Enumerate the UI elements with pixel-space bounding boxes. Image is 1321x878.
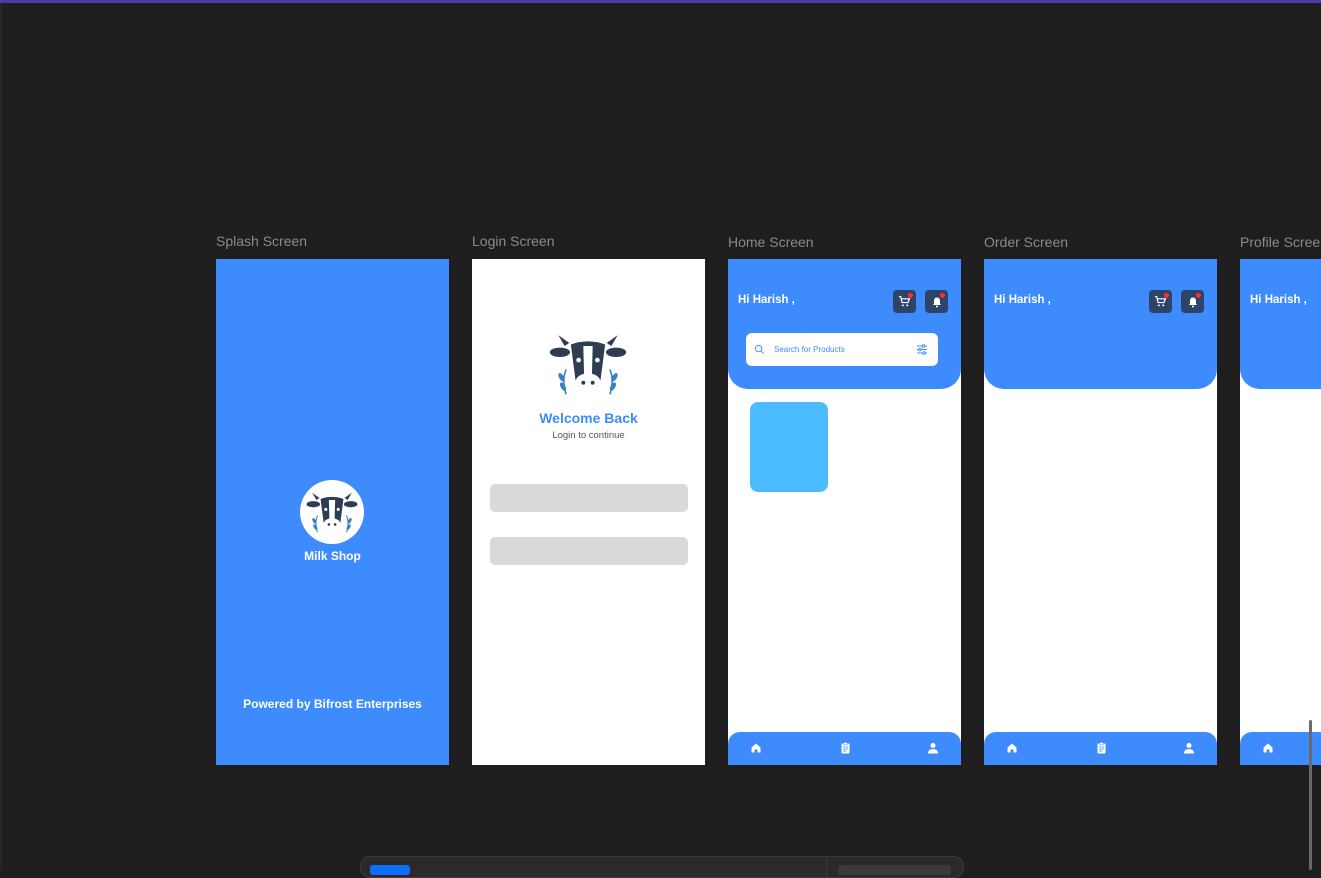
- filter-icon[interactable]: [916, 344, 928, 355]
- profile-icon: [928, 743, 938, 754]
- cow-logo-icon: [549, 334, 627, 395]
- password-field[interactable]: [490, 537, 688, 565]
- nav-orders-icon[interactable]: [1093, 740, 1109, 756]
- toolbar-secondary-segment[interactable]: [838, 865, 951, 875]
- login-title: Welcome Back: [539, 410, 638, 426]
- app-name: Milk Shop: [304, 549, 361, 563]
- search-bar[interactable]: Search for Products: [746, 333, 938, 366]
- bottom-toolbar: [360, 856, 964, 878]
- canvas-scrollbar[interactable]: [1309, 720, 1312, 870]
- nav-profile-icon[interactable]: [925, 740, 941, 756]
- home-icon: [1263, 743, 1273, 753]
- frame-label-profile[interactable]: Profile Scree: [1240, 234, 1320, 250]
- toolbar-primary-segment[interactable]: [370, 865, 410, 875]
- profile-header: Hi Harish ,: [1240, 259, 1321, 389]
- toolbar-divider: [826, 857, 827, 877]
- notification-button[interactable]: [925, 290, 948, 313]
- nav-home-icon[interactable]: [748, 740, 764, 756]
- home-icon: [751, 743, 761, 753]
- nav-home-icon[interactable]: [1004, 740, 1020, 756]
- nav-orders-icon[interactable]: [837, 740, 853, 756]
- home-icon: [1007, 743, 1017, 753]
- nav-profile-icon[interactable]: [1181, 740, 1197, 756]
- canvas-left-edge: [0, 3, 2, 870]
- frame-label-order[interactable]: Order Screen: [984, 234, 1068, 250]
- home-screen-frame[interactable]: Hi Harish , Search for Products: [728, 259, 961, 765]
- order-header: Hi Harish ,: [984, 259, 1217, 389]
- login-logo: [543, 321, 633, 406]
- splash-logo: [300, 480, 364, 544]
- greeting-text: Hi Harish ,: [738, 294, 795, 306]
- search-input[interactable]: Search for Products: [774, 345, 916, 354]
- frame-label-home[interactable]: Home Screen: [728, 234, 814, 250]
- splash-screen-frame[interactable]: Milk Shop Powered by Bifrost Enterprises: [216, 259, 449, 765]
- orders-clipboard-icon: [841, 742, 849, 754]
- bottom-nav: [984, 732, 1217, 765]
- login-screen-frame[interactable]: Welcome Back Login to continue: [472, 259, 705, 765]
- cart-button[interactable]: [893, 290, 916, 313]
- notification-button[interactable]: [1181, 290, 1204, 313]
- profile-screen-frame[interactable]: Hi Harish ,: [1240, 259, 1321, 765]
- order-screen-frame[interactable]: Hi Harish ,: [984, 259, 1217, 765]
- search-icon: [754, 344, 765, 355]
- greeting-text: Hi Harish ,: [994, 294, 1051, 306]
- product-card[interactable]: [750, 402, 828, 492]
- home-header: Hi Harish , Search for Products: [728, 259, 961, 389]
- greeting-text: Hi Harish ,: [1250, 294, 1307, 306]
- profile-icon: [1184, 743, 1194, 754]
- username-field[interactable]: [490, 484, 688, 512]
- notification-badge: [940, 293, 945, 298]
- bottom-nav: [728, 732, 961, 765]
- notification-badge: [1196, 293, 1201, 298]
- orders-clipboard-icon: [1097, 742, 1105, 754]
- frame-label-splash[interactable]: Splash Screen: [216, 233, 307, 249]
- login-subtitle: Login to continue: [552, 430, 625, 441]
- top-accent-bar: [0, 0, 1321, 3]
- powered-by-text: Powered by Bifrost Enterprises: [243, 697, 422, 711]
- cow-logo-icon: [306, 492, 358, 533]
- cart-badge: [1164, 293, 1169, 298]
- cart-button[interactable]: [1149, 290, 1172, 313]
- nav-home-icon[interactable]: [1260, 740, 1276, 756]
- frame-label-login[interactable]: Login Screen: [472, 233, 555, 249]
- cart-badge: [908, 293, 913, 298]
